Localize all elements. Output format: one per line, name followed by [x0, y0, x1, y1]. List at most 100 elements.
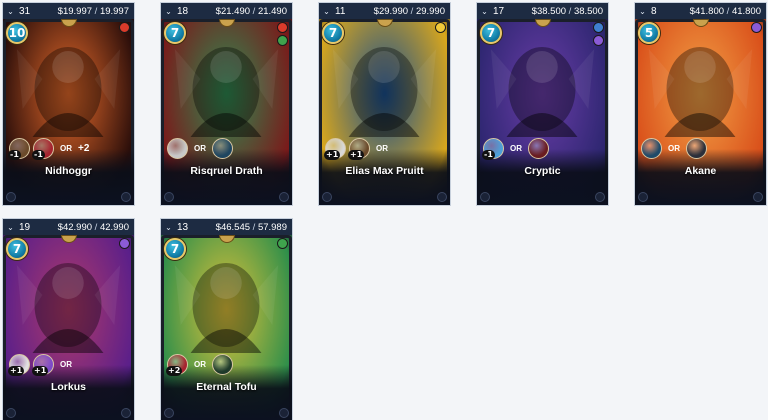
element-icon — [435, 22, 446, 33]
price-max: 38.500 — [573, 5, 603, 17]
skull-icon — [528, 137, 549, 159]
chevron-down-icon[interactable]: ⌄ — [6, 223, 15, 232]
card-art — [635, 19, 766, 205]
card-price: $41.800 / 41.800 — [690, 6, 761, 17]
price-max: 41.800 — [731, 5, 761, 17]
mana-cost: 5 — [638, 22, 660, 44]
mana-cost: 10 — [6, 22, 28, 44]
ability-modifier: +1 — [324, 149, 341, 160]
corner-right-icon — [595, 192, 605, 202]
ability-row: OR — [641, 137, 760, 159]
chevron-down-icon[interactable]: ⌄ — [638, 7, 647, 16]
card-image[interactable]: 7 OR Risqruel Drath — [161, 19, 292, 205]
price-max: 57.989 — [257, 221, 287, 233]
card-header[interactable]: ⌄ 17 $38.500 / 38.500 — [477, 3, 608, 19]
card-tile: ⌄ 17 $38.500 / 38.500 7 -1 OR Cryptic — [476, 2, 609, 206]
card-header[interactable]: ⌄ 19 $42.990 / 42.990 — [3, 219, 134, 235]
card-header[interactable]: ⌄ 8 $41.800 / 41.800 — [635, 3, 766, 19]
star-plus-icon: +1 — [8, 353, 30, 376]
card-price: $21.490 / 21.490 — [216, 6, 287, 17]
card-header[interactable]: ⌄ 11 $29.990 / 29.990 — [319, 3, 450, 19]
element-icon — [277, 238, 288, 249]
price-separator: / — [250, 5, 258, 17]
card-image[interactable]: 7 +1 +1 OR Elias Max Pruitt — [319, 19, 450, 205]
price-max: 42.990 — [99, 221, 129, 233]
ability-modifier: +2 — [166, 365, 183, 376]
card-price: $19.997 / 19.997 — [58, 6, 129, 17]
card-header[interactable]: ⌄ 13 $46.545 / 57.989 — [161, 219, 292, 235]
mask-icon — [641, 137, 662, 159]
price-current: $19.997 — [57, 5, 93, 17]
price-current: $41.800 — [689, 5, 725, 17]
shield-minus-icon: -1 — [8, 137, 30, 160]
card-image[interactable]: 5 OR Akane — [635, 19, 766, 205]
target-icon — [167, 137, 188, 159]
ability-modifier: -1 — [482, 149, 495, 160]
wings-icon — [212, 137, 233, 159]
card-art — [161, 19, 292, 205]
price-separator: / — [566, 5, 574, 17]
card-art — [477, 19, 608, 205]
corner-right-icon — [437, 192, 447, 202]
ability-row: +1 +1 OR — [8, 353, 128, 376]
card-name: Akane — [684, 165, 717, 177]
card-art — [319, 19, 450, 205]
card-name: Eternal Tofu — [196, 381, 257, 393]
price-current: $21.490 — [215, 5, 251, 17]
chevron-down-icon[interactable]: ⌄ — [322, 7, 331, 16]
element-icon — [751, 22, 762, 33]
corner-left-icon — [322, 192, 332, 202]
leaf-icon — [212, 353, 233, 375]
or-label: OR — [60, 143, 72, 153]
price-max: 19.997 — [99, 5, 129, 17]
corner-left-icon — [164, 192, 174, 202]
corner-left-icon — [638, 192, 648, 202]
mana-cost: 7 — [480, 22, 502, 44]
corner-right-icon — [121, 408, 131, 418]
gear-plus-icon: +1 — [324, 137, 346, 160]
card-count: 13 — [177, 221, 189, 233]
card-count: 19 — [19, 221, 31, 233]
price-current: $29.990 — [373, 5, 409, 17]
card-header[interactable]: ⌄ 18 $21.490 / 21.490 — [161, 3, 292, 19]
card-count: 8 — [651, 5, 657, 17]
card-price: $46.545 / 57.989 — [216, 222, 287, 233]
ability-row: +2 OR — [166, 353, 286, 376]
ability-modifier: +1 — [32, 365, 49, 376]
heart-plus-icon: +2 — [166, 353, 188, 376]
element-secondary-icon — [277, 35, 288, 46]
chevron-down-icon[interactable]: ⌄ — [6, 7, 15, 16]
mana-cost: 7 — [164, 238, 186, 260]
price-separator: / — [408, 5, 416, 17]
corner-right-icon — [121, 192, 131, 202]
chevron-down-icon[interactable]: ⌄ — [164, 7, 173, 16]
card-tile: ⌄ 19 $42.990 / 42.990 7 +1 +1 OR Lorkus — [2, 218, 135, 420]
ability-modifier: +1 — [348, 149, 365, 160]
element-icon — [593, 22, 604, 33]
card-image[interactable]: 10 -1 -1 OR +2 Nidhoggr — [3, 19, 134, 205]
ability-modifier: +1 — [8, 365, 25, 376]
or-label: OR — [668, 143, 680, 153]
or-label: OR — [60, 359, 72, 369]
or-label: OR — [194, 359, 206, 369]
mana-cost: 7 — [6, 238, 28, 260]
card-tile: ⌄ 8 $41.800 / 41.800 5 OR Akane — [634, 2, 767, 206]
card-art — [3, 19, 134, 205]
card-price: $42.990 / 42.990 — [58, 222, 129, 233]
card-header[interactable]: ⌄ 31 $19.997 / 19.997 — [3, 3, 134, 19]
price-separator: / — [250, 221, 258, 233]
card-image[interactable]: 7 -1 OR Cryptic — [477, 19, 608, 205]
card-image[interactable]: 7 +1 +1 OR Lorkus — [3, 235, 134, 420]
or-label: OR — [376, 143, 388, 153]
element-icon — [119, 22, 130, 33]
element-icon — [119, 238, 130, 249]
chevron-down-icon[interactable]: ⌄ — [480, 7, 489, 16]
bonus-count: +2 — [78, 142, 90, 154]
magic-plus-icon: +1 — [32, 353, 54, 376]
card-tile: ⌄ 13 $46.545 / 57.989 7 +2 OR Eternal Tofu — [160, 218, 293, 420]
card-image[interactable]: 7 +2 OR Eternal Tofu — [161, 235, 292, 420]
card-count: 17 — [493, 5, 505, 17]
price-separator: / — [724, 5, 732, 17]
chevron-down-icon[interactable]: ⌄ — [164, 223, 173, 232]
card-name: Cryptic — [524, 165, 561, 177]
